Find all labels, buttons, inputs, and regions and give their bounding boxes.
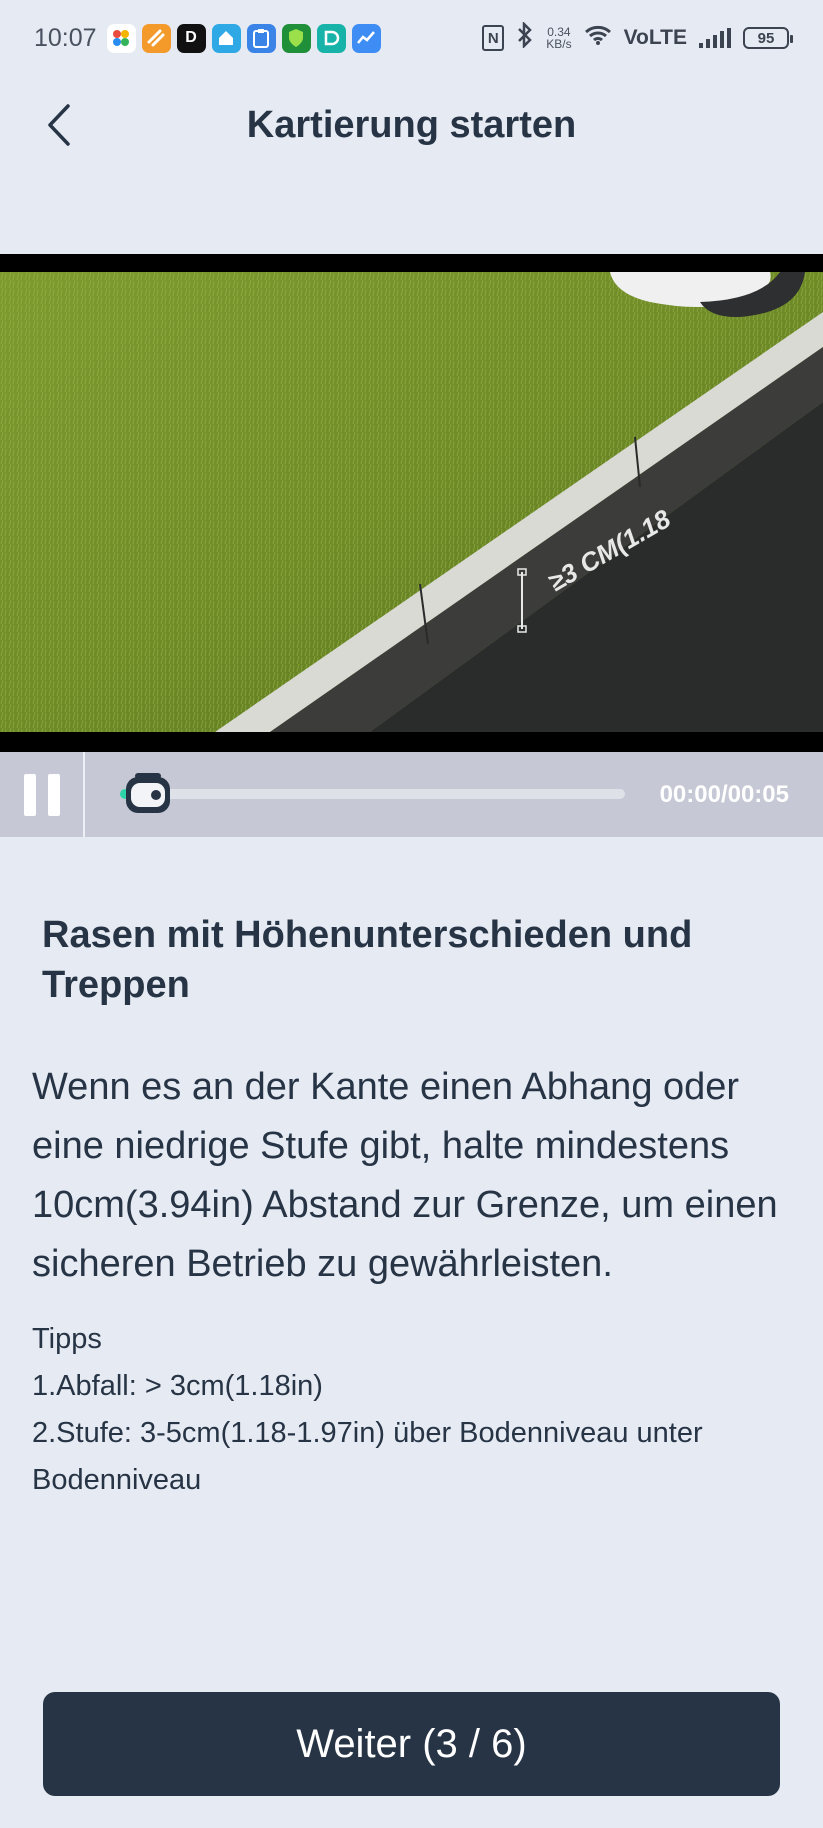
status-time: 10:07 bbox=[34, 23, 97, 52]
pause-icon-bar-right bbox=[47, 773, 60, 816]
video-frame: ≥3 CM(1.18 bbox=[0, 272, 823, 732]
video-image: ≥3 CM(1.18 bbox=[0, 272, 823, 732]
section-heading: Rasen mit Höhenunterschieden und Treppen bbox=[42, 914, 693, 1006]
clipboard-icon bbox=[246, 23, 276, 53]
dict-icon: D bbox=[176, 23, 206, 53]
wifi-icon bbox=[584, 24, 612, 52]
status-bar: 10:07 D N 0.34 KB/s VoLTE 95 bbox=[0, 0, 823, 76]
mower-icon bbox=[126, 773, 170, 813]
bluetooth-icon bbox=[516, 20, 534, 54]
tips-title: Tipps bbox=[32, 1323, 102, 1355]
chevron-left-icon bbox=[48, 104, 70, 146]
photos-icon bbox=[106, 23, 136, 53]
dashlane-icon bbox=[316, 23, 346, 53]
signal-icon bbox=[699, 28, 731, 48]
video-player[interactable]: ≥3 CM(1.18 bbox=[0, 254, 823, 752]
speed-unit: KB/s bbox=[546, 37, 572, 51]
header: Kartierung starten bbox=[0, 90, 823, 160]
battery-icon: 95 bbox=[743, 27, 793, 49]
home-icon bbox=[211, 23, 241, 53]
video-time: 00:00/00:05 bbox=[659, 780, 789, 808]
next-button[interactable]: Weiter (3 / 6) bbox=[43, 1692, 780, 1796]
tip-item: 2.Stufe: 3-5cm(1.18-1.97in) über Bodenni… bbox=[32, 1417, 703, 1496]
video-controls: 00:00/00:05 bbox=[0, 752, 823, 837]
pause-button[interactable] bbox=[0, 752, 85, 837]
instruction-text: Wenn es an der Kante einen Abhang oder e… bbox=[32, 1066, 778, 1285]
page-title: Kartierung starten bbox=[246, 103, 577, 146]
network-speed: 0.34 KB/s bbox=[546, 26, 571, 50]
nfc-icon: N bbox=[482, 25, 505, 51]
battery-level: 95 bbox=[757, 29, 775, 47]
tip-item: 1.Abfall: > 3cm(1.18in) bbox=[32, 1370, 323, 1402]
pause-icon-bar-left bbox=[23, 773, 36, 816]
progress-track[interactable] bbox=[120, 789, 625, 799]
stocks-icon bbox=[351, 23, 381, 53]
status-app-icons: D bbox=[106, 23, 381, 53]
mower-slider-thumb[interactable] bbox=[120, 769, 176, 819]
status-indicators: N 0.34 KB/s VoLTE 95 bbox=[482, 20, 793, 54]
back-button[interactable] bbox=[36, 102, 82, 148]
tips-section: Tipps 1.Abfall: > 3cm(1.18in) 2.Stufe: 3… bbox=[32, 1316, 792, 1504]
video-progress[interactable] bbox=[120, 752, 630, 837]
network-type: VoLTE bbox=[623, 26, 687, 49]
notes-icon bbox=[141, 23, 171, 53]
shield-icon bbox=[281, 23, 311, 53]
